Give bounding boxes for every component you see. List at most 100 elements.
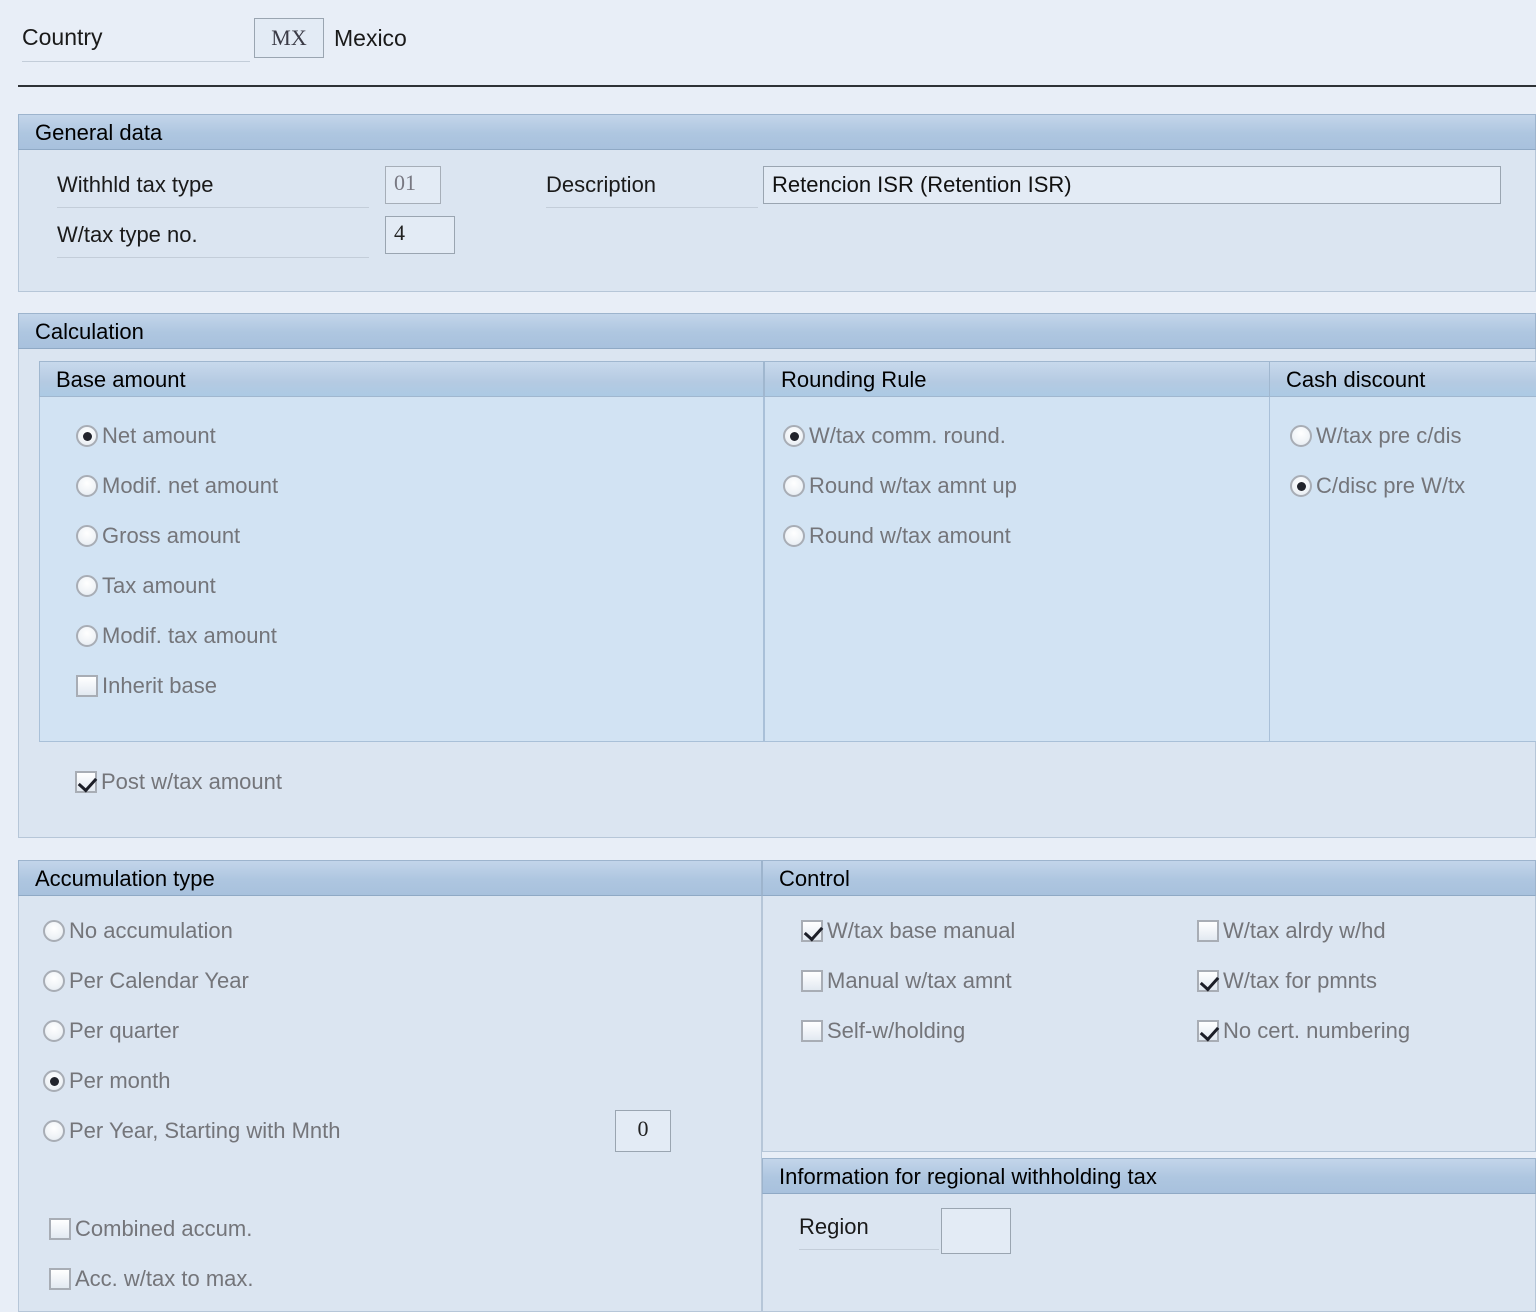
accumulation-type-header: Accumulation type xyxy=(18,860,762,896)
option-label: C/disc pre W/tx xyxy=(1316,473,1466,498)
radio-per-calendar-year[interactable]: Per Calendar Year xyxy=(43,968,249,994)
region-input[interactable] xyxy=(941,1208,1011,1254)
withhld-tax-type-label: Withhld tax type xyxy=(57,172,369,208)
radio-per-quarter[interactable]: Per quarter xyxy=(43,1018,179,1044)
radio-round-wtax-amnt-up[interactable]: Round w/tax amnt up xyxy=(783,473,1017,499)
checkbox-wtax-base-manual[interactable]: W/tax base manual xyxy=(801,918,1015,944)
checkbox-icon xyxy=(801,1020,823,1042)
cash-discount-panel: W/tax pre c/dis C/disc pre W/tx xyxy=(1269,397,1536,742)
checkbox-icon xyxy=(1197,920,1219,942)
radio-icon xyxy=(76,575,98,597)
radio-icon xyxy=(43,970,65,992)
checkbox-icon xyxy=(49,1218,71,1240)
radio-wtax-comm-round[interactable]: W/tax comm. round. xyxy=(783,423,1006,449)
sap-withholding-tax-type-screen: { "header": { "country_label": "Country"… xyxy=(0,0,1536,1312)
control-panel: W/tax base manual Manual w/tax amnt Self… xyxy=(762,896,1536,1152)
option-label: Inherit base xyxy=(102,673,217,698)
checkbox-wtax-alrdy-whd[interactable]: W/tax alrdy w/hd xyxy=(1197,918,1386,944)
option-label: Per quarter xyxy=(69,1018,180,1043)
withhld-tax-type-input[interactable]: 01 xyxy=(385,166,441,204)
checkbox-self-wholding[interactable]: Self-w/holding xyxy=(801,1018,965,1044)
checkbox-icon xyxy=(801,970,823,992)
radio-icon xyxy=(76,625,98,647)
radio-icon xyxy=(76,475,98,497)
header-separator xyxy=(18,85,1536,87)
checkbox-inherit-base[interactable]: Inherit base xyxy=(76,673,217,699)
checkbox-icon xyxy=(75,771,97,793)
checkbox-manual-wtax-amnt[interactable]: Manual w/tax amnt xyxy=(801,968,1012,994)
option-label: No accumulation xyxy=(69,918,233,943)
radio-round-wtax-amount[interactable]: Round w/tax amount xyxy=(783,523,1011,549)
radio-icon xyxy=(76,425,98,447)
option-label: W/tax comm. round. xyxy=(809,423,1006,448)
radio-icon xyxy=(783,525,805,547)
option-label: W/tax alrdy w/hd xyxy=(1223,918,1386,943)
checkbox-no-cert-numbering[interactable]: No cert. numbering xyxy=(1197,1018,1410,1044)
general-data-panel: Withhld tax type 01 W/tax type no. 4 Des… xyxy=(18,150,1536,292)
checkbox-icon xyxy=(1197,1020,1219,1042)
option-label: No cert. numbering xyxy=(1223,1018,1411,1043)
description-label: Description xyxy=(546,172,758,208)
calculation-panel: Base amount Net amount Modif. net amount… xyxy=(18,349,1536,838)
option-label: Acc. w/tax to max. xyxy=(75,1266,254,1291)
rounding-rule-header: Rounding Rule xyxy=(764,361,1289,397)
radio-wtax-pre-cdis[interactable]: W/tax pre c/dis xyxy=(1290,423,1461,449)
control-header: Control xyxy=(762,860,1536,896)
checkbox-post-wtax-amount[interactable]: Post w/tax amount xyxy=(75,769,282,795)
country-code-input[interactable]: MX xyxy=(254,18,324,58)
country-label: Country xyxy=(22,24,250,62)
option-label: Gross amount xyxy=(102,523,241,548)
option-label: Post w/tax amount xyxy=(101,769,282,794)
radio-modif-net-amount[interactable]: Modif. net amount xyxy=(76,473,278,499)
option-label: Net amount xyxy=(102,423,216,448)
base-amount-panel: Net amount Modif. net amount Gross amoun… xyxy=(39,397,764,742)
starting-month-input[interactable]: 0 xyxy=(615,1110,671,1152)
checkbox-wtax-for-pmnts[interactable]: W/tax for pmnts xyxy=(1197,968,1377,994)
regional-info-header: Information for regional withholding tax xyxy=(762,1158,1536,1194)
region-label: Region xyxy=(799,1214,939,1250)
radio-no-accumulation[interactable]: No accumulation xyxy=(43,918,233,944)
country-name-text: Mexico xyxy=(334,25,407,51)
general-data-header: General data xyxy=(18,114,1536,150)
option-label: Per month xyxy=(69,1068,171,1093)
wtax-type-no-input[interactable]: 4 xyxy=(385,216,455,254)
option-label: W/tax pre c/dis xyxy=(1316,423,1462,448)
radio-modif-tax-amount[interactable]: Modif. tax amount xyxy=(76,623,277,649)
checkbox-acc-wtax-to-max[interactable]: Acc. w/tax to max. xyxy=(49,1266,254,1292)
radio-icon xyxy=(43,1070,65,1092)
option-label: Manual w/tax amnt xyxy=(827,968,1012,993)
option-label: W/tax for pmnts xyxy=(1223,968,1378,993)
checkbox-icon xyxy=(1197,970,1219,992)
radio-per-year-starting-month[interactable]: Per Year, Starting with Mnth xyxy=(43,1118,341,1144)
option-label: Tax amount xyxy=(102,573,216,598)
radio-icon xyxy=(1290,425,1312,447)
option-label: Per Year, Starting with Mnth xyxy=(69,1118,341,1143)
option-label: Modif. tax amount xyxy=(102,623,277,648)
checkbox-icon xyxy=(49,1268,71,1290)
radio-icon xyxy=(783,425,805,447)
base-amount-header: Base amount xyxy=(39,361,764,397)
radio-per-month[interactable]: Per month xyxy=(43,1068,171,1094)
radio-icon xyxy=(783,475,805,497)
radio-icon xyxy=(1290,475,1312,497)
radio-tax-amount[interactable]: Tax amount xyxy=(76,573,216,599)
cash-discount-header: Cash discount xyxy=(1269,361,1536,397)
checkbox-icon xyxy=(801,920,823,942)
regional-info-panel: Region xyxy=(762,1194,1536,1312)
radio-icon xyxy=(76,525,98,547)
country-header-row: Country MX Mexico xyxy=(0,0,1536,86)
radio-cdisc-pre-wtx[interactable]: C/disc pre W/tx xyxy=(1290,473,1465,499)
checkbox-combined-accum[interactable]: Combined accum. xyxy=(49,1216,252,1242)
option-label: Round w/tax amnt up xyxy=(809,473,1017,498)
radio-net-amount[interactable]: Net amount xyxy=(76,423,216,449)
option-label: W/tax base manual xyxy=(827,918,1016,943)
description-input[interactable]: Retencion ISR (Retention ISR) xyxy=(763,166,1501,204)
radio-icon xyxy=(43,1020,65,1042)
option-label: Per Calendar Year xyxy=(69,968,249,993)
radio-icon xyxy=(43,1120,65,1142)
rounding-rule-panel: W/tax comm. round. Round w/tax amnt up R… xyxy=(764,397,1289,742)
calculation-header: Calculation xyxy=(18,313,1536,349)
accumulation-type-panel: No accumulation Per Calendar Year Per qu… xyxy=(18,896,762,1312)
radio-gross-amount[interactable]: Gross amount xyxy=(76,523,240,549)
checkbox-icon xyxy=(76,675,98,697)
